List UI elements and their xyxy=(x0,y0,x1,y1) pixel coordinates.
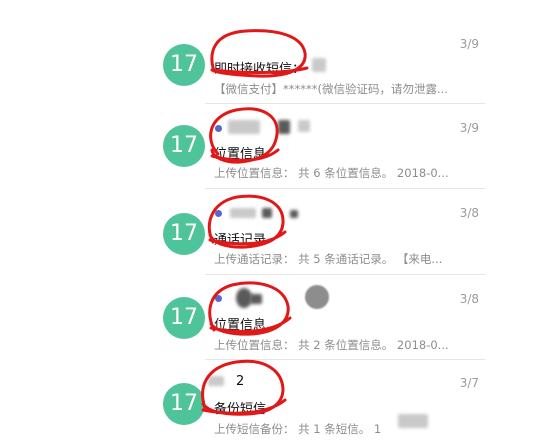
message-preview: 上传短信备份： 共 1 条短信。 1 xyxy=(214,422,382,436)
redacted-block xyxy=(208,376,224,386)
unread-dot-icon xyxy=(215,295,222,302)
redacted-block xyxy=(398,414,428,428)
message-preview: 【微信支付】******(微信验证码，请勿泄露... xyxy=(214,82,448,96)
redacted-block xyxy=(262,208,272,218)
message-date: 3/9 xyxy=(459,37,479,51)
list-divider xyxy=(205,359,485,360)
redacted-block xyxy=(298,120,310,132)
message-item-sms-backup[interactable]: 17 3/7 2 备份短信 上传短信备份： 共 1 条短信。 1 xyxy=(0,359,547,444)
unread-dot-icon xyxy=(215,125,222,132)
message-date: 3/7 xyxy=(459,376,479,390)
redacted-block xyxy=(230,208,256,218)
message-sender: 2 xyxy=(236,374,245,389)
contact-avatar-badge: 17 xyxy=(163,213,205,255)
contact-avatar-badge: 17 xyxy=(163,383,205,425)
redacted-block xyxy=(312,58,326,72)
message-title: 备份短信 xyxy=(214,402,267,417)
message-preview: 上传位置信息： 共 2 条位置信息。 2018-0... xyxy=(214,338,449,352)
contact-avatar-badge: 17 xyxy=(163,297,205,339)
unread-dot-icon xyxy=(215,210,222,217)
contact-avatar-badge: 17 xyxy=(163,44,205,86)
message-title: 通话记录 xyxy=(214,233,267,248)
message-title: 位置信息 xyxy=(214,147,267,162)
message-item-call-log[interactable]: 17 3/8 通话记录 上传通话记录： 共 5 条通话记录。 【来电... xyxy=(0,188,547,273)
list-divider xyxy=(205,103,485,104)
redacted-block xyxy=(228,120,260,134)
message-preview: 上传通话记录： 共 5 条通话记录。 【来电... xyxy=(214,252,443,266)
contact-avatar-badge: 17 xyxy=(163,125,205,167)
message-preview: 上传位置信息： 共 6 条位置信息。 2018-0... xyxy=(214,166,449,180)
message-title: 即时接收短信： xyxy=(214,62,306,77)
redacted-block xyxy=(305,285,329,309)
redacted-block xyxy=(250,294,262,304)
message-item-location-2[interactable]: 17 3/8 位置信息 上传位置信息： 共 2 条位置信息。 2018-0... xyxy=(0,274,547,359)
message-list: 17 3/9 即时接收短信： 【微信支付】******(微信验证码，请勿泄露..… xyxy=(0,0,547,441)
redacted-block xyxy=(278,120,290,134)
message-date: 3/8 xyxy=(459,206,479,220)
message-item-location-1[interactable]: 17 3/9 位置信息 上传位置信息： 共 6 条位置信息。 2018-0... xyxy=(0,103,547,188)
message-item-instant-sms[interactable]: 17 3/9 即时接收短信： 【微信支付】******(微信验证码，请勿泄露..… xyxy=(0,20,547,105)
message-date: 3/9 xyxy=(459,121,479,135)
list-divider xyxy=(205,188,485,189)
message-title: 位置信息 xyxy=(214,318,267,333)
redacted-block xyxy=(290,210,298,218)
message-date: 3/8 xyxy=(459,292,479,306)
list-divider xyxy=(205,274,485,275)
